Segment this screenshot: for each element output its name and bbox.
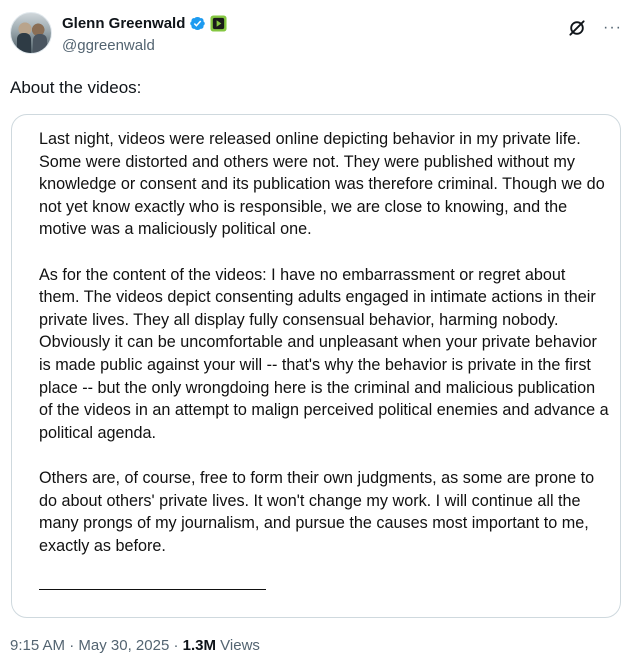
tweet-time[interactable]: 9:15 AM [10,637,65,654]
statement-paragraph-2: As for the content of the videos: I have… [39,265,609,442]
author-name-row: Glenn Greenwald [62,15,227,32]
more-options-icon[interactable]: ··· [603,18,622,38]
signature-line [39,589,266,590]
meta-separator: · [169,637,183,654]
author-name[interactable]: Glenn Greenwald [62,15,185,32]
views-label: Views [216,637,260,654]
tweet-date[interactable]: May 30, 2025 [78,637,169,654]
verified-icon [190,17,206,30]
statement-text: Last night, videos were released online … [39,128,609,580]
statement-paragraph-1: Last night, videos were released online … [39,130,605,239]
grok-icon[interactable] [567,18,587,38]
tweet-header: Glenn Greenwald @ggreenwald ··· [10,12,624,60]
tweet-text: About the videos: [10,78,142,97]
avatar[interactable] [10,12,52,54]
statement-image-card[interactable]: Last night, videos were released online … [11,114,621,618]
tweet-metadata: 9:15 AM · May 30, 2025 · 1.3M Views [10,637,260,654]
statement-paragraph-3: Others are, of course, free to form thei… [39,468,595,555]
header-actions: ··· [567,18,622,38]
rumble-badge-icon [210,15,227,32]
views-count[interactable]: 1.3M [183,637,216,654]
author-handle[interactable]: @ggreenwald [62,37,155,54]
meta-separator: · [65,637,79,654]
